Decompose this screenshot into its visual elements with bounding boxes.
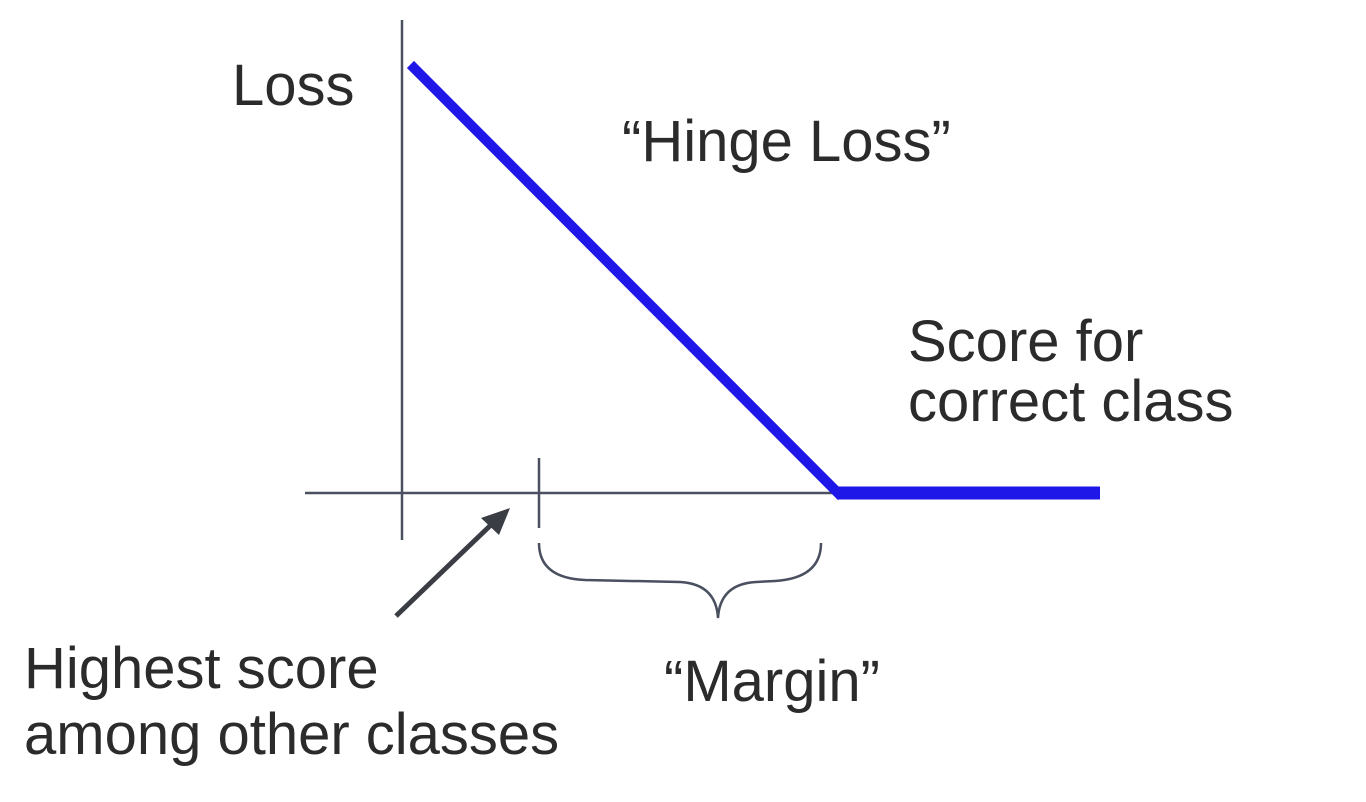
x-axis-label-line-2: correct class xyxy=(908,369,1234,434)
margin-label: “Margin” xyxy=(664,649,880,714)
diagram-title: “Hinge Loss” xyxy=(622,109,951,174)
x-axis-label: Score for correct class xyxy=(908,312,1234,432)
margin-brace xyxy=(537,542,823,619)
other-classes-label-line-1: Highest score xyxy=(24,636,379,701)
x-axis-label-line-1: Score for xyxy=(908,309,1144,374)
arrow-shaft xyxy=(394,520,496,618)
other-classes-label: Highest score among other classes xyxy=(24,636,559,768)
hinge-loss-diagram: Loss “Hinge Loss” Score for correct clas… xyxy=(0,0,1366,802)
other-classes-label-line-2: among other classes xyxy=(24,702,560,767)
y-axis-label: Loss xyxy=(232,53,355,118)
